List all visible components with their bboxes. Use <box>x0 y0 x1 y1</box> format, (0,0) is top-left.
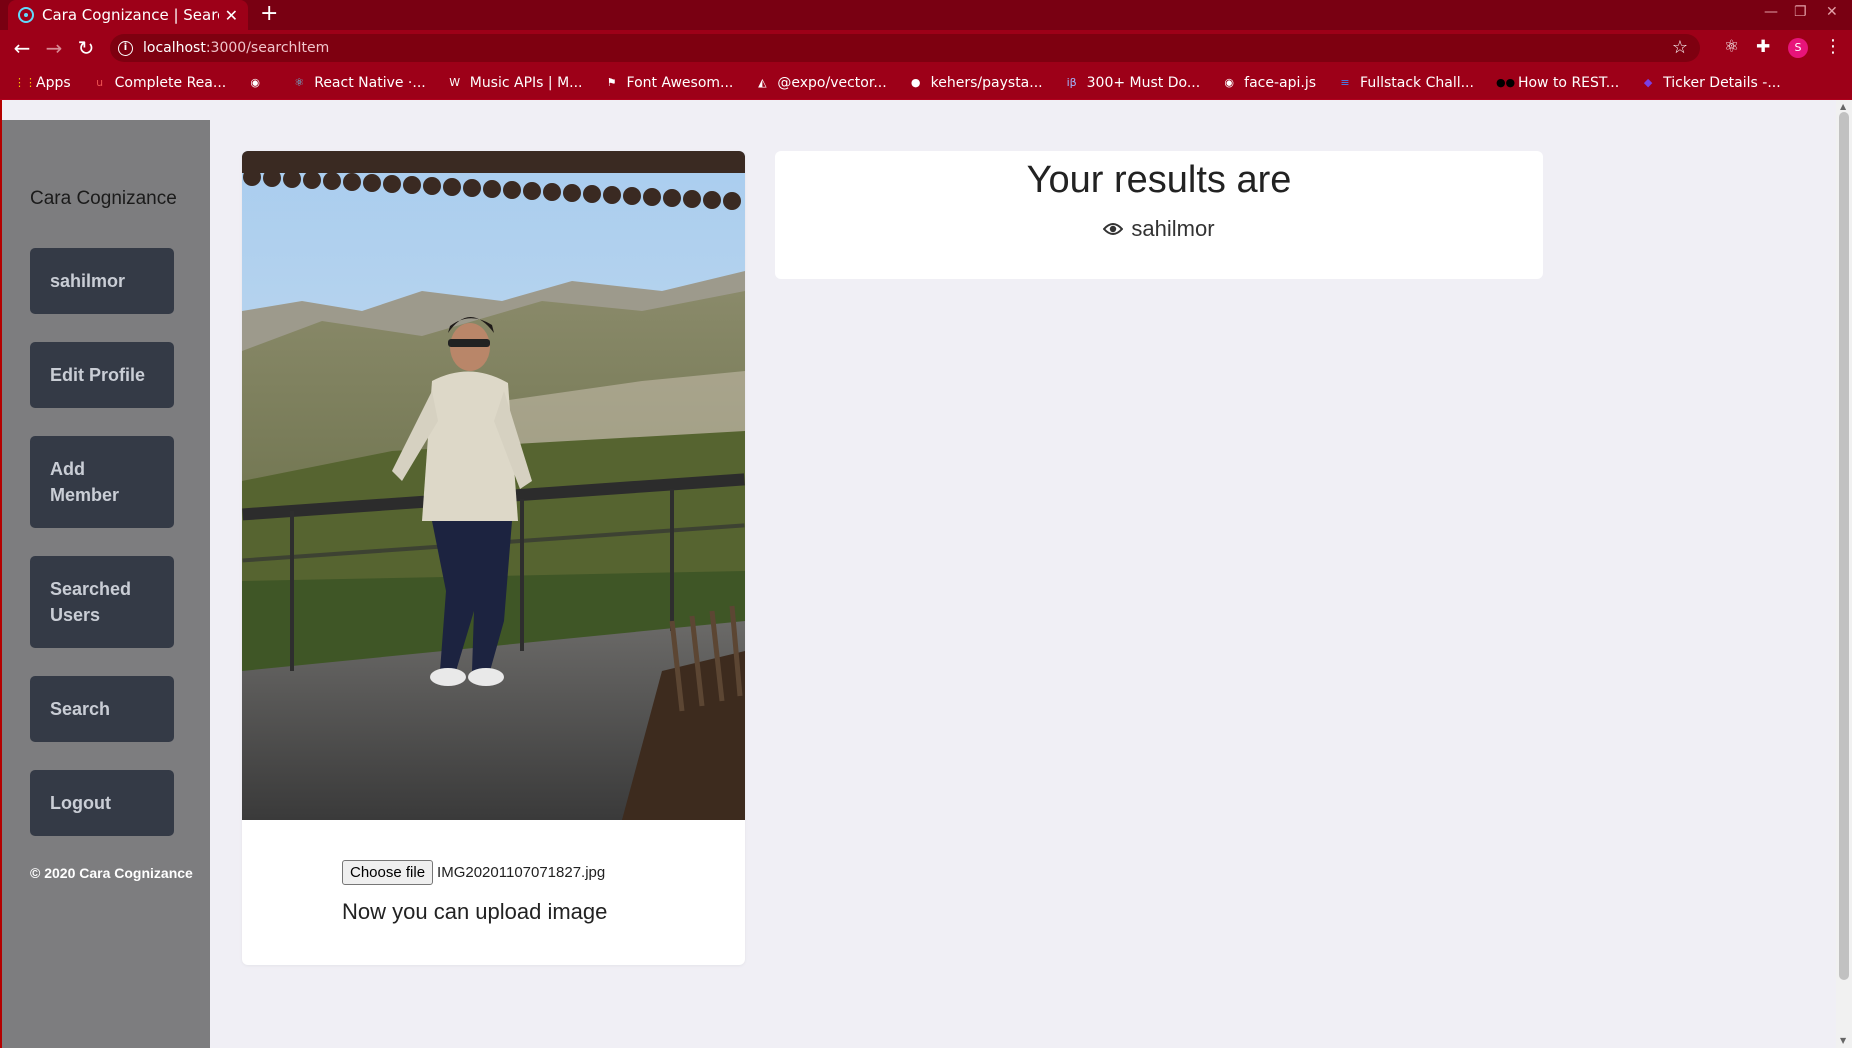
uploaded-photo <box>242 151 745 820</box>
back-icon[interactable]: ← <box>10 36 34 60</box>
sidebar-item-searched-users[interactable]: Searched Users <box>30 556 174 648</box>
new-tab-button[interactable]: + <box>260 2 278 26</box>
scroll-down-icon[interactable]: ▼ <box>1840 1036 1846 1045</box>
minimize-icon[interactable]: — <box>1764 4 1778 20</box>
profile-avatar[interactable]: S <box>1788 38 1808 58</box>
bookmark-item[interactable]: ●● How to REST... <box>1496 75 1619 91</box>
scroll-thumb[interactable] <box>1839 112 1849 980</box>
result-name: sahilmor <box>1131 216 1215 241</box>
bookmark-label: React Native ·... <box>314 74 426 91</box>
url-text: localhost:3000/searchItem <box>143 40 329 56</box>
polygon-icon: ◆ <box>1643 75 1653 89</box>
bookmark-item[interactable]: u Complete Rea... <box>93 74 227 91</box>
bookmark-item[interactable]: ● kehers/paysta... <box>909 75 1043 91</box>
sidebar-item-search[interactable]: Search <box>30 676 174 742</box>
result-item: sahilmor <box>775 216 1543 242</box>
tab-strip: Cara Cognizance | Search ✕ + — ❐ ✕ <box>0 0 1852 30</box>
sidebar-brand: Cara Cognizance <box>30 188 177 209</box>
bookmark-item[interactable]: ⚛ React Native ·... <box>292 74 426 91</box>
reload-icon[interactable]: ↻ <box>74 36 98 60</box>
bookmark-label: Font Awesom... <box>626 74 734 91</box>
copyright: © 2020 Cara Cognizance <box>30 865 193 881</box>
bookmark-label: Fullstack Chall... <box>1360 74 1474 91</box>
url-path: :3000/searchItem <box>205 40 330 56</box>
sidebar-item-profile[interactable]: sahilmor <box>30 248 174 314</box>
bookmark-label: Complete Rea... <box>114 74 227 91</box>
selected-file-name: IMG20201107071827.jpg <box>437 864 606 881</box>
bookmark-label: face-api.js <box>1244 74 1317 91</box>
bookmark-label: Music APIs | M... <box>469 74 583 91</box>
react-devtools-icon[interactable]: ⚛ <box>1724 37 1739 57</box>
sidebar-item-edit-profile[interactable]: Edit Profile <box>30 342 174 408</box>
bookmark-item[interactable]: ⋮⋮ Apps <box>14 75 71 91</box>
bookmark-item[interactable]: ⚑ Font Awesom... <box>605 75 734 91</box>
docs-icon: ≡ <box>1340 75 1350 89</box>
sidebar-item-add-member[interactable]: Add Member <box>30 436 174 528</box>
expo-icon: ◭ <box>758 75 767 89</box>
bookmark-label: @expo/vector... <box>777 74 887 91</box>
extensions-puzzle-icon[interactable]: ✚ <box>1756 37 1770 57</box>
bookmark-item[interactable]: iβ 300+ Must Do... <box>1065 75 1201 91</box>
github-icon: ● <box>910 75 921 89</box>
restore-icon[interactable]: ❐ <box>1794 4 1807 20</box>
ib-icon: iβ <box>1066 75 1077 89</box>
react-icon: ⚛ <box>294 75 305 89</box>
browser-menu-icon[interactable]: ⋮ <box>1824 36 1842 57</box>
bookmark-label: How to REST... <box>1517 74 1620 91</box>
close-window-icon[interactable]: ✕ <box>1826 4 1838 20</box>
browser-tab[interactable]: Cara Cognizance | Search ✕ <box>8 0 248 30</box>
sidebar: Cara Cognizance sahilmor Edit Profile Ad… <box>2 120 210 1048</box>
page: Cara Cognizance sahilmor Edit Profile Ad… <box>0 100 1836 1048</box>
bookmark-item[interactable]: ◉ <box>248 76 270 90</box>
bookmark-item[interactable]: ◆ Ticker Details -... <box>1641 75 1781 91</box>
scroll-up-icon[interactable]: ▲ <box>1840 102 1846 111</box>
results-title: Your results are <box>1026 159 1292 201</box>
browser-toolbar: ← → ↻ i localhost:3000/searchItem ☆ ⚛ ✚ … <box>0 30 1852 66</box>
bookmark-label: kehers/paysta... <box>930 74 1043 91</box>
file-input-row: Choose file IMG20201107071827.jpg <box>342 860 605 885</box>
bookmark-star-icon[interactable]: ☆ <box>1672 37 1688 58</box>
flag-icon: ⚑ <box>606 75 617 89</box>
medium-icon: ●● <box>1495 75 1516 89</box>
choose-file-button[interactable]: Choose file <box>342 860 434 885</box>
upload-message: Now you can upload image <box>342 899 608 924</box>
info-icon[interactable]: i <box>118 40 133 56</box>
upload-card: Choose file IMG20201107071827.jpg Now yo… <box>242 151 745 965</box>
bookmarks-bar: ⋮⋮ Apps u Complete Rea... ◉ ⚛ React Native ·..… <box>0 66 1852 100</box>
sidebar-item-logout[interactable]: Logout <box>30 770 174 836</box>
bookmark-label: 300+ Must Do... <box>1086 74 1201 91</box>
bookmark-item[interactable]: ◭ @expo/vector... <box>755 74 887 91</box>
tab-title: Cara Cognizance | Search <box>42 6 219 24</box>
bookmark-label: Ticker Details -... <box>1663 74 1781 91</box>
url-host: localhost <box>143 40 206 56</box>
page-top-strip <box>2 100 1836 120</box>
udemy-icon: u <box>96 75 104 89</box>
bookmark-label: Apps <box>36 74 71 91</box>
bookmark-item[interactable]: ≡ Fullstack Chall... <box>1338 75 1474 91</box>
bookmark-item[interactable]: W Music APIs | M... <box>448 74 583 91</box>
globe-icon: ◉ <box>1224 75 1234 89</box>
tab-close-icon[interactable]: ✕ <box>225 6 238 25</box>
wordpress-icon: W <box>449 75 461 89</box>
react-favicon-icon <box>18 7 34 23</box>
results-card: Your results are sahilmor <box>775 151 1543 279</box>
page-scrollbar[interactable]: ▲ ▼ <box>1836 100 1852 1048</box>
globe-icon: ◉ <box>250 75 261 89</box>
eye-icon <box>1103 223 1124 235</box>
address-bar[interactable]: i localhost:3000/searchItem ☆ <box>110 34 1700 62</box>
apps-grid-icon: ⋮⋮ <box>14 75 36 89</box>
bookmark-item[interactable]: ◉ face-api.js <box>1222 75 1316 91</box>
forward-icon[interactable]: → <box>42 36 66 60</box>
